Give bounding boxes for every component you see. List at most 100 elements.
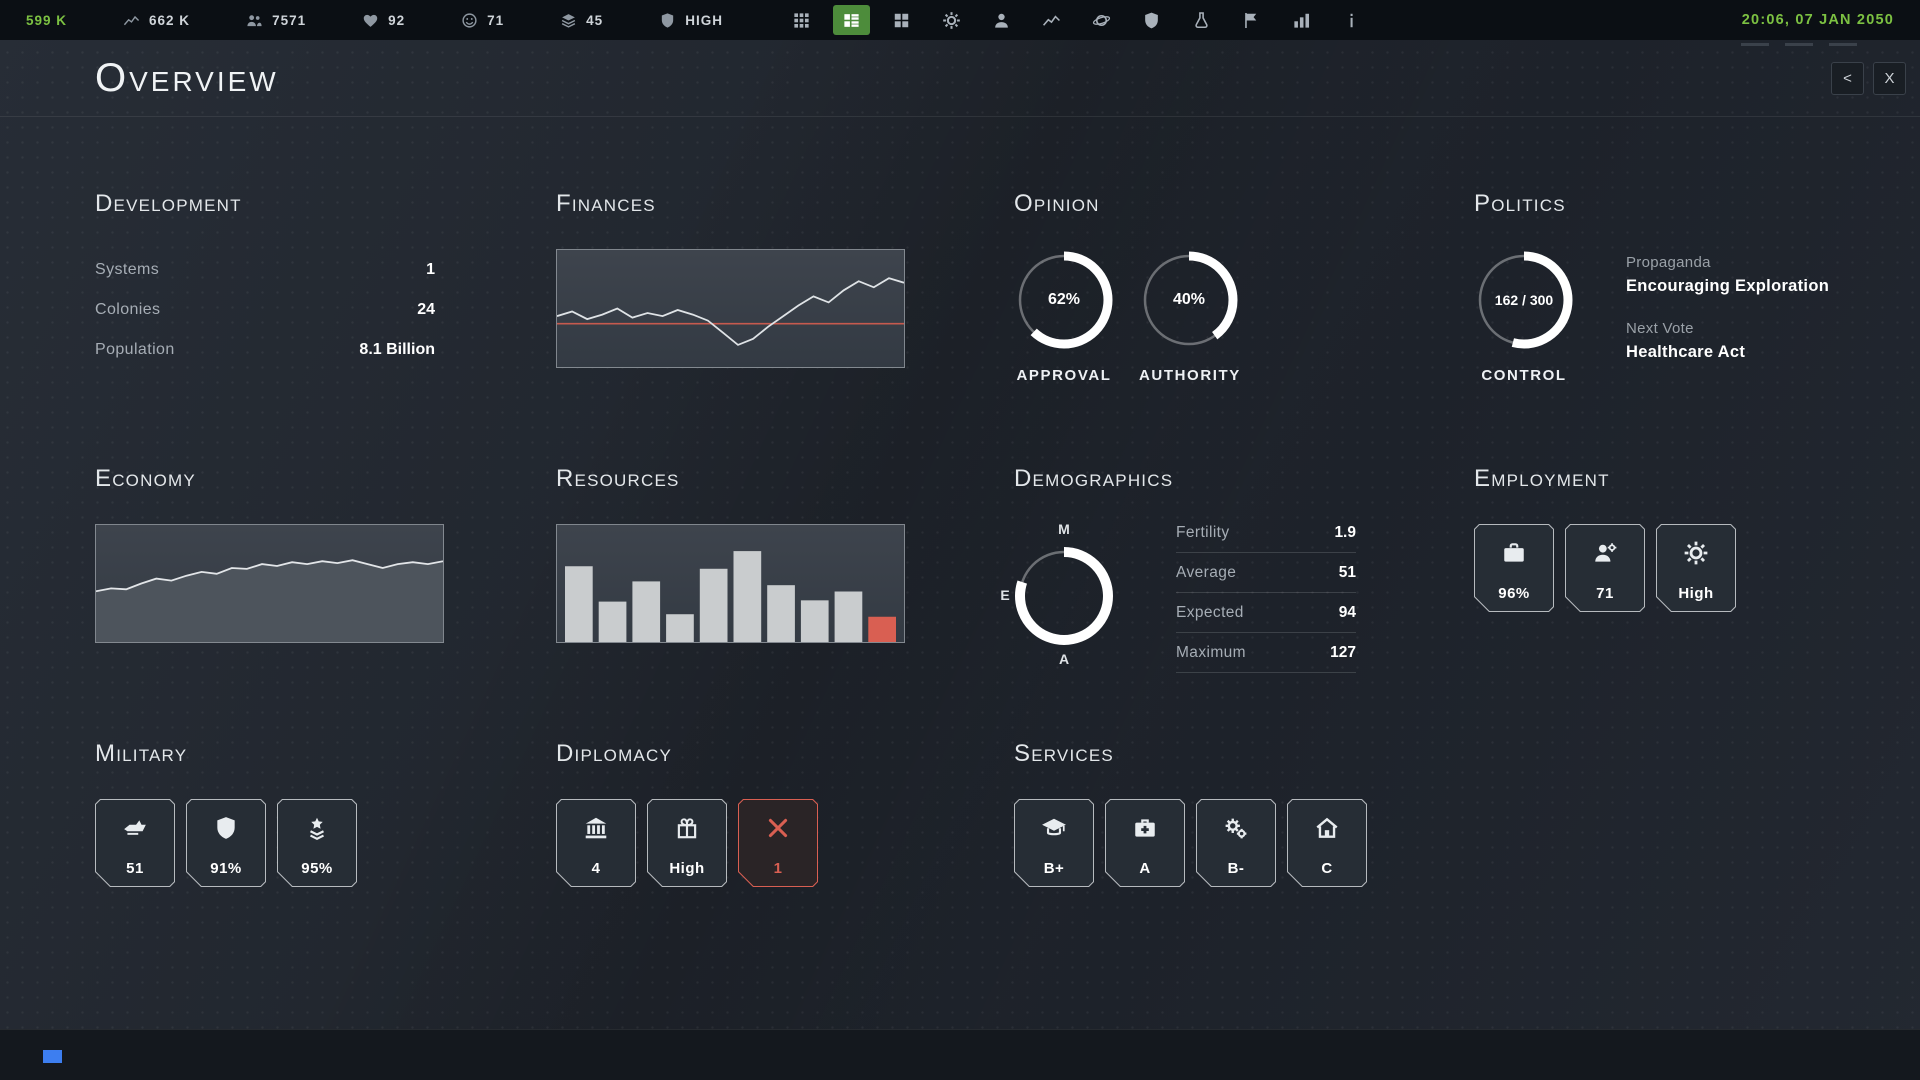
toolbar-button-apps[interactable] xyxy=(783,5,820,35)
section-development: Development Systems1 Colonies24 Populati… xyxy=(95,190,435,370)
toolbar-button-research[interactable] xyxy=(1183,5,1220,35)
back-button[interactable]: < xyxy=(1831,62,1864,95)
marker-expected: E xyxy=(998,587,1012,603)
grid9-icon xyxy=(792,11,811,30)
tile-industry[interactable]: B- xyxy=(1196,799,1276,887)
tile-value: 96% xyxy=(1498,585,1530,602)
approval-gauge: 62% xyxy=(1014,250,1114,350)
toolbar-button-statistics[interactable] xyxy=(1283,5,1320,35)
authority-value: 40% xyxy=(1139,250,1239,350)
section-military: Military 51 91% 95% xyxy=(95,740,455,887)
notification-chip[interactable] xyxy=(43,1050,62,1063)
page-title: Overview xyxy=(95,56,279,101)
section-demographics: Demographics M E A Fertility1.9 Average5… xyxy=(1014,465,1374,715)
tile-morale[interactable]: 95% xyxy=(277,799,357,887)
stat-value: 127 xyxy=(1330,644,1356,662)
section-title: Services xyxy=(1014,740,1434,768)
clock-display: 20:06, 07 JAN 2050 xyxy=(1742,12,1894,28)
health-value: 92 xyxy=(388,13,405,28)
close-button[interactable]: X xyxy=(1873,62,1906,95)
topbar-stat-income[interactable]: 662 K xyxy=(123,12,190,29)
development-stats: Systems1 Colonies24 Population8.1 Billio… xyxy=(95,250,435,370)
topbar: 599 K 662 K 7571 92 71 45 HIGH 20:06, 07… xyxy=(0,0,1920,40)
stat-value: 94 xyxy=(1339,604,1356,622)
tile-relations[interactable]: 4 xyxy=(556,799,636,887)
propaganda-label: Propaganda xyxy=(1626,254,1829,271)
control-gauge: 162 / 300 xyxy=(1474,250,1574,350)
demographics-stats: Fertility1.9 Average51 Expected 94 Maximu… xyxy=(1176,513,1356,673)
people-icon xyxy=(246,12,263,29)
stat-label: Maximum xyxy=(1176,644,1246,662)
next-vote-group: Next Vote Healthcare Act xyxy=(1626,320,1829,362)
tile-defense[interactable]: 91% xyxy=(186,799,266,887)
stat-label: Average xyxy=(1176,564,1236,582)
toolbar-button-defense[interactable] xyxy=(1133,5,1170,35)
shield-icon xyxy=(213,815,239,841)
shield-icon xyxy=(1142,11,1161,30)
window-buttons: < X xyxy=(1831,62,1906,95)
income-value: 662 K xyxy=(149,13,190,28)
section-politics: Politics 162 / 300 Control Propaganda En… xyxy=(1474,190,1904,384)
flask-icon xyxy=(1192,11,1211,30)
toolbar-button-overview[interactable] xyxy=(833,5,870,35)
briefcase-icon xyxy=(1501,540,1527,566)
section-services: Services B+ A B- C xyxy=(1014,740,1434,887)
tile-value: 4 xyxy=(592,860,601,877)
stat-value: 8.1 Billion xyxy=(359,341,435,359)
shield-icon xyxy=(659,12,676,29)
tile-healthcare[interactable]: A xyxy=(1105,799,1185,887)
section-opinion: Opinion 62% Approval 40% Authority xyxy=(1014,190,1374,384)
demographics-gauge xyxy=(1014,546,1114,646)
approval-value: 62% xyxy=(1014,250,1114,350)
toolbar-button-population[interactable] xyxy=(983,5,1020,35)
stat-label: Population xyxy=(95,341,175,359)
marker-average: A xyxy=(1057,651,1071,667)
propaganda-value: Encouraging Exploration xyxy=(1626,277,1829,296)
tile-workers[interactable]: 71 xyxy=(1565,524,1645,612)
tile-value: C xyxy=(1321,860,1332,877)
tile-value: B- xyxy=(1228,860,1245,877)
chart-line-icon xyxy=(123,12,140,29)
tile-value: 91% xyxy=(210,860,242,877)
flag-icon xyxy=(1242,11,1261,30)
tile-housing[interactable]: C xyxy=(1287,799,1367,887)
politics-info: Propaganda Encouraging Exploration Next … xyxy=(1626,250,1829,384)
tile-standing[interactable]: High xyxy=(647,799,727,887)
tile-wars-alert[interactable]: 1 xyxy=(738,799,818,887)
toolbar-button-economy[interactable] xyxy=(1033,5,1070,35)
topbar-stat-health[interactable]: 92 xyxy=(362,12,405,29)
tile-jobs[interactable]: 96% xyxy=(1474,524,1554,612)
stat-value: 24 xyxy=(417,301,435,319)
topbar-stat-threat[interactable]: HIGH xyxy=(659,12,723,29)
gears-icon xyxy=(1223,815,1249,841)
section-title: Resources xyxy=(556,465,907,493)
stat-row-systems: Systems1 xyxy=(95,250,435,290)
section-title: Military xyxy=(95,740,455,768)
topbar-stat-population[interactable]: 7571 xyxy=(246,12,306,29)
toolbar-button-settings[interactable] xyxy=(933,5,970,35)
rank-icon xyxy=(304,815,330,841)
topbar-stat-stockpile[interactable]: 45 xyxy=(560,12,603,29)
tile-productivity[interactable]: High xyxy=(1656,524,1736,612)
section-title: Finances xyxy=(556,190,907,218)
happiness-value: 71 xyxy=(487,13,504,28)
toolbar-button-factions[interactable] xyxy=(1233,5,1270,35)
topbar-stat-credits[interactable]: 599 K xyxy=(26,13,67,28)
next-vote-label: Next Vote xyxy=(1626,320,1829,337)
stat-label: Expected xyxy=(1176,604,1244,622)
tile-fleet[interactable]: 51 xyxy=(95,799,175,887)
control-label: Control xyxy=(1474,367,1574,384)
section-title: Demographics xyxy=(1014,465,1374,493)
tile-value: High xyxy=(1678,585,1713,602)
toolbar-button-info[interactable] xyxy=(1333,5,1370,35)
topbar-stat-happiness[interactable]: 71 xyxy=(461,12,504,29)
control-gauge-block: 162 / 300 Control xyxy=(1474,250,1574,384)
stat-value: 1 xyxy=(426,261,435,279)
stat-row-fertility: Fertility1.9 xyxy=(1176,513,1356,553)
medkit-icon xyxy=(1132,815,1158,841)
toolbar-button-districts[interactable] xyxy=(883,5,920,35)
toolbar-button-planet[interactable] xyxy=(1083,5,1120,35)
tile-education[interactable]: B+ xyxy=(1014,799,1094,887)
stat-row-average: Average51 xyxy=(1176,553,1356,593)
tile-value: A xyxy=(1139,860,1150,877)
